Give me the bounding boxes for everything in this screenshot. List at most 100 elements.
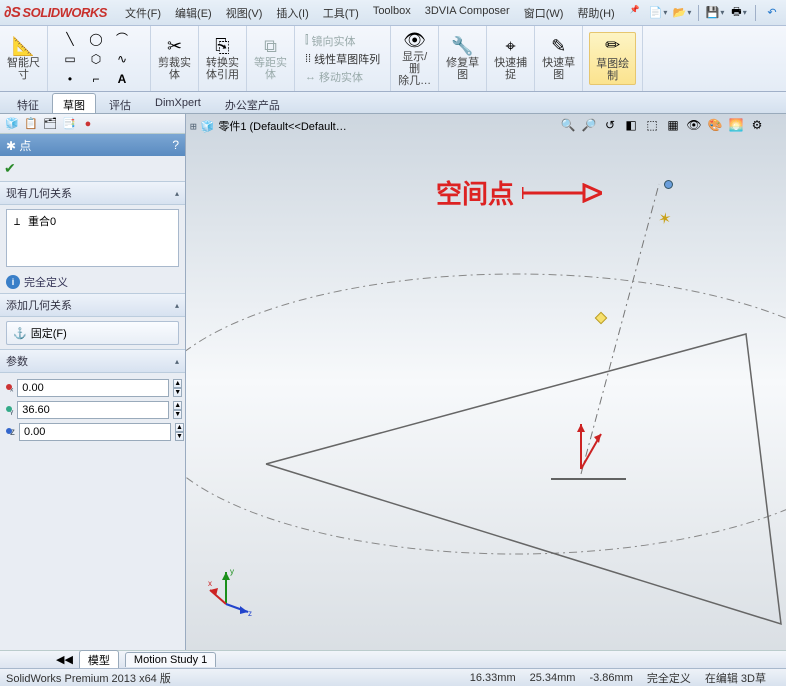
fillet-icon[interactable]: ⌐	[84, 70, 108, 88]
param-z-input[interactable]	[19, 423, 171, 441]
new-doc-button[interactable]: 📄▾	[648, 3, 668, 23]
menu-3dvia[interactable]: 3DVIA Composer	[419, 2, 516, 24]
menu-tools[interactable]: 工具(T)	[317, 2, 365, 24]
pm-feature-tree-icon[interactable]: 🧊	[4, 116, 20, 132]
tab-motion-study[interactable]: Motion Study 1	[125, 652, 216, 667]
pm-toolbar: 🧊 📋 🗂 📑 ●	[0, 114, 185, 134]
save-button[interactable]: 💾▾	[705, 3, 725, 23]
coordinate-triad-icon[interactable]: y x z	[208, 566, 258, 616]
print-button[interactable]: 🖶▾	[729, 3, 749, 23]
rg-repair[interactable]: 🔧 修复草 图	[439, 26, 487, 91]
menu-toolbox[interactable]: Toolbox	[367, 2, 417, 24]
status-bar: SolidWorks Premium 2013 x64 版 16.33mm 25…	[0, 668, 786, 686]
arc-icon[interactable]: ⌒	[110, 30, 134, 48]
pm-help-icon[interactable]: ?	[172, 138, 179, 152]
param-y-input[interactable]	[17, 401, 169, 419]
space-point-marker[interactable]	[664, 180, 673, 189]
section-existing-relations[interactable]: 现有几何关系 ▴	[0, 181, 185, 205]
svg-text:z: z	[248, 609, 252, 616]
tab-dimxpert[interactable]: DimXpert	[144, 93, 212, 113]
pm-config-icon[interactable]: 🗂	[42, 116, 58, 132]
menu-help[interactable]: 帮助(H)	[571, 2, 620, 24]
rg-trim[interactable]: ✂ 剪裁实 体	[151, 26, 199, 91]
menu-view[interactable]: 视图(V)	[220, 2, 269, 24]
offset-icon: ⧉	[264, 36, 277, 57]
pm-title: 点	[19, 139, 31, 153]
fix-button[interactable]: ⚓ 固定(F)	[6, 321, 179, 345]
menu-pin-icon[interactable]: 📌	[624, 2, 646, 24]
status-dim2: 25.34mm	[530, 672, 576, 684]
param-y-spinner[interactable]: ▲▼	[173, 401, 182, 419]
collapse-icon[interactable]: ▴	[175, 189, 179, 198]
pm-prop-icon[interactable]: 📋	[23, 116, 39, 132]
section-add-relations[interactable]: 添加几何关系 ▴	[0, 293, 185, 317]
fully-defined-row: i 完全定义	[0, 271, 185, 293]
param-z-spinner[interactable]: ▲▼	[175, 423, 184, 441]
tab-sketch[interactable]: 草图	[52, 93, 96, 113]
convert-icon: ⎘	[215, 36, 229, 57]
convert-label: 转换实 体引用	[206, 57, 239, 81]
pm-appear-icon[interactable]: ●	[80, 116, 96, 132]
rg-smart-dim[interactable]: 📐 智能尺 寸	[0, 26, 48, 91]
section-params[interactable]: 参数 ▴	[0, 349, 185, 373]
move-icon: ↔	[305, 71, 316, 83]
pattern-icon: ⁞⁞	[305, 53, 311, 65]
rg-pattern-list: ⫿镜向实体 ⁞⁞线性草图阵列 ↔移动实体	[295, 26, 391, 91]
tab-evaluate[interactable]: 评估	[98, 93, 142, 113]
title-bar: ∂S SOLIDWORKS 文件(F) 编辑(E) 视图(V) 插入(I) 工具…	[0, 0, 786, 26]
collapse-icon-3[interactable]: ▴	[175, 357, 179, 366]
mirror-item[interactable]: ⫿镜向实体	[305, 33, 380, 49]
tab-features[interactable]: 特征	[6, 93, 50, 113]
rg-show-hide[interactable]: 👁 显示/删 除几…	[391, 26, 439, 91]
rapid-icon: ✎	[551, 36, 566, 57]
move-item[interactable]: ↔移动实体	[305, 69, 380, 85]
param-x-input[interactable]	[17, 379, 169, 397]
status-dim1: 16.33mm	[470, 672, 516, 684]
rg-rapid[interactable]: ✎ 快速草 图	[535, 26, 583, 91]
collapse-icon-2[interactable]: ▴	[175, 301, 179, 310]
menu-insert[interactable]: 插入(I)	[270, 2, 314, 24]
trim-icon: ✂	[167, 36, 182, 57]
tab-office[interactable]: 办公室产品	[214, 93, 291, 113]
rg-convert[interactable]: ⎘ 转换实 体引用	[199, 26, 247, 91]
rect-icon[interactable]: ▭	[58, 50, 82, 68]
accept-check-icon[interactable]: ✔	[4, 160, 16, 176]
info-icon: i	[6, 275, 20, 289]
circle-icon[interactable]: ◯	[84, 30, 108, 48]
spline-icon[interactable]: ∿	[110, 50, 134, 68]
line-icon[interactable]: ╲	[58, 30, 82, 48]
quicksnap-icon: ⌖	[506, 36, 516, 57]
rg-sketch[interactable]: ✏ 草图绘 制	[583, 26, 643, 91]
relations-list[interactable]: ⊥ 重合0	[6, 209, 179, 267]
tab-nav-prev-icon[interactable]: ◀◀	[56, 653, 73, 666]
show-hide-icon: 👁	[403, 30, 426, 51]
relation-coincident[interactable]: ⊥ 重合0	[10, 213, 175, 229]
mirror-icon: ⫿	[305, 34, 309, 47]
app-logo: ∂S SOLIDWORKS	[4, 4, 107, 21]
menu-edit[interactable]: 编辑(E)	[169, 2, 218, 24]
text-icon[interactable]: A	[110, 70, 134, 88]
point-icon[interactable]: •	[58, 70, 82, 88]
polygon-icon[interactable]: ⬡	[84, 50, 108, 68]
anchor-icon: ⚓	[13, 327, 27, 340]
origin-proj-icon: ✶	[656, 208, 673, 230]
param-y-label: ᵧ	[10, 405, 13, 416]
property-manager: 🧊 📋 🗂 📑 ● ✱ 点 ? ✔ 现有几何关系 ▴ ⊥ 重合0	[0, 114, 186, 650]
tab-model[interactable]: 模型	[79, 650, 119, 669]
move-label: 移动实体	[319, 69, 363, 85]
menu-window[interactable]: 窗口(W)	[518, 2, 570, 24]
status-edit-mode: 在编辑 3D草	[705, 670, 766, 686]
offset-label: 等距实 体	[254, 57, 287, 81]
rg-quicksnap[interactable]: ⌖ 快速捕 捉	[487, 26, 535, 91]
open-button[interactable]: 📂▾	[672, 3, 692, 23]
param-x-spinner[interactable]: ▲▼	[173, 379, 182, 397]
ribbon: 📐 智能尺 寸 ╲ ◯ ⌒ ▭ ⬡ ∿ • ⌐ A ✂ 剪裁实 体 ⎘ 转换实 …	[0, 26, 786, 92]
undo-button[interactable]: ↶	[762, 3, 782, 23]
pm-dim-icon[interactable]: 📑	[61, 116, 77, 132]
rg-offset[interactable]: ⧉ 等距实 体	[247, 26, 295, 91]
pattern-item[interactable]: ⁞⁞线性草图阵列	[305, 51, 380, 67]
fix-label: 固定(F)	[31, 325, 67, 341]
logo-ds-icon: ∂S	[4, 4, 20, 21]
menu-file[interactable]: 文件(F)	[119, 2, 167, 24]
graphics-viewport[interactable]: ⊞ 🧊 零件1 (Default<<Default… 🔍 🔎 ↺ ◧ ⬚ ▦ 👁…	[186, 114, 786, 650]
